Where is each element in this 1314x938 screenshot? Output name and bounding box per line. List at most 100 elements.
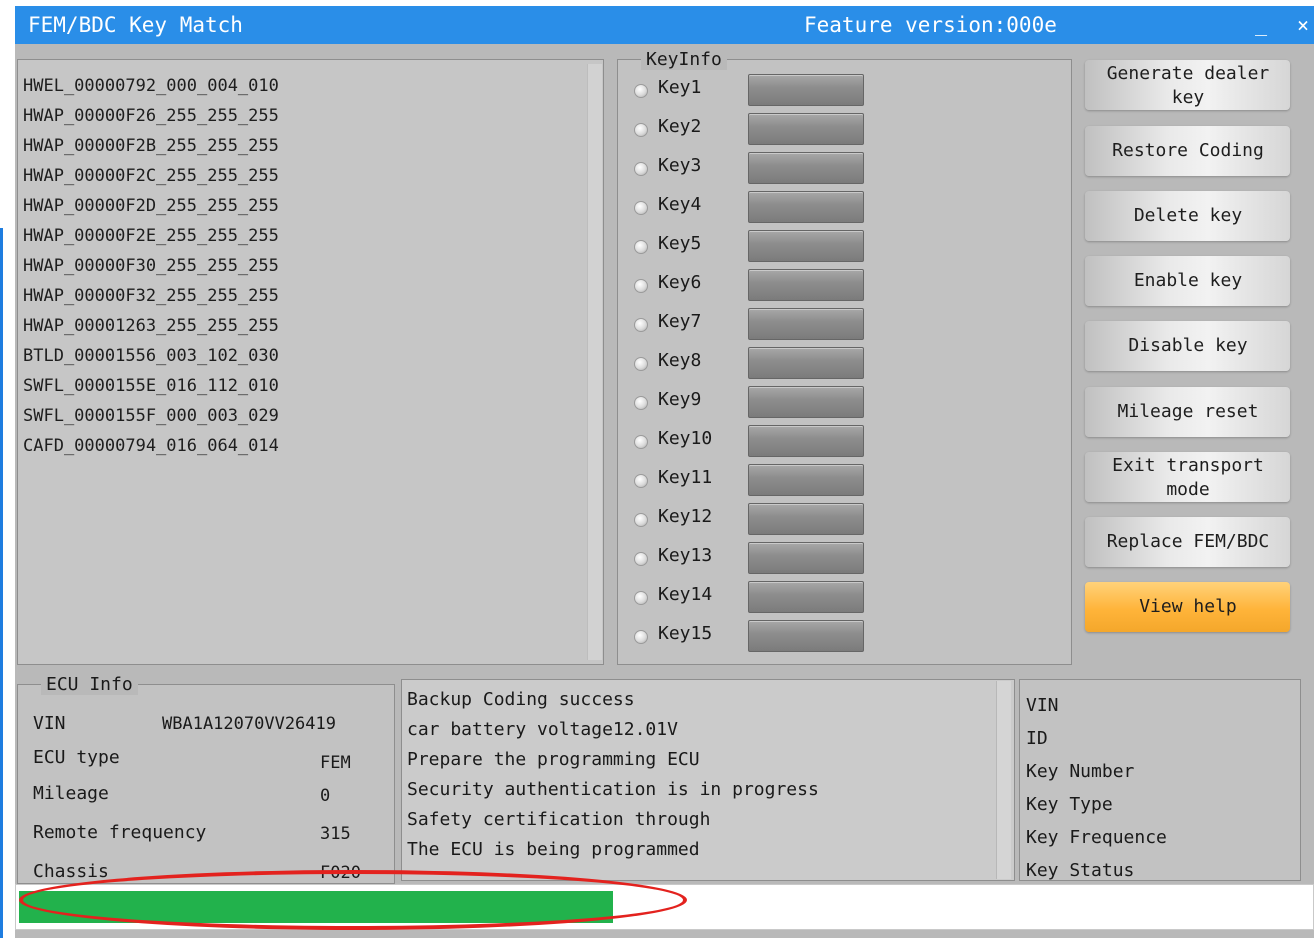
disable-key-button[interactable]: Disable key bbox=[1085, 321, 1290, 371]
key-radio[interactable] bbox=[634, 123, 648, 137]
key-slot[interactable] bbox=[748, 386, 864, 418]
key-label: Key15 bbox=[658, 623, 713, 644]
key-detail-label: Key Frequence bbox=[1026, 827, 1167, 848]
key-label: Key3 bbox=[658, 155, 702, 176]
exit-transport-mode-button[interactable]: Exit transport mode bbox=[1085, 452, 1290, 502]
key-label: Key5 bbox=[658, 233, 702, 254]
key-radio[interactable] bbox=[634, 552, 648, 566]
key-radio[interactable] bbox=[634, 84, 648, 98]
key-slot[interactable] bbox=[748, 230, 864, 262]
replace-fem-bdc-button[interactable]: Replace FEM/BDC bbox=[1085, 517, 1290, 567]
ecu-type-value: FEM bbox=[320, 753, 351, 773]
key-slot[interactable] bbox=[748, 113, 864, 145]
status-log[interactable]: Backup Coding success car battery voltag… bbox=[401, 679, 1015, 881]
key-slot[interactable] bbox=[748, 503, 864, 535]
key-slot[interactable] bbox=[748, 347, 864, 379]
list-item[interactable]: HWAP_00000F2D_255_255_255 bbox=[23, 196, 279, 216]
button-label: View help bbox=[1139, 596, 1237, 617]
feature-version: Feature version:000e bbox=[804, 13, 1057, 37]
list-item[interactable]: HWAP_00000F2E_255_255_255 bbox=[23, 226, 279, 246]
list-item[interactable]: SWFL_0000155E_016_112_010 bbox=[23, 376, 279, 396]
list-item[interactable]: SWFL_0000155F_000_003_029 bbox=[23, 406, 279, 426]
key-slot[interactable] bbox=[748, 425, 864, 457]
log-line: Prepare the programming ECU bbox=[407, 749, 700, 770]
restore-coding-button[interactable]: Restore Coding bbox=[1085, 126, 1290, 176]
ecu-type-label: ECU type bbox=[33, 747, 120, 768]
key-slot[interactable] bbox=[748, 191, 864, 223]
key-label: Key2 bbox=[658, 116, 702, 137]
key-label: Key13 bbox=[658, 545, 713, 566]
key-label: Key1 bbox=[658, 77, 702, 98]
key-label: Key8 bbox=[658, 350, 702, 371]
key-slot[interactable] bbox=[748, 269, 864, 301]
keyinfo-panel: KeyInfo Key1 Key2 Key3 Key4 Key5 Key6 Ke… bbox=[617, 49, 1072, 665]
log-line: Security authentication is in progress bbox=[407, 779, 819, 800]
key-slot[interactable] bbox=[748, 308, 864, 340]
module-list[interactable]: HWEL_00000792_000_004_010 HWAP_00000F26_… bbox=[17, 59, 604, 665]
left-edge-accent bbox=[0, 228, 3, 938]
delete-key-button[interactable]: Delete key bbox=[1085, 191, 1290, 241]
chassis-label: Chassis bbox=[33, 861, 109, 882]
key-radio[interactable] bbox=[634, 591, 648, 605]
list-item[interactable]: HWAP_00000F2C_255_255_255 bbox=[23, 166, 279, 186]
key-label: Key6 bbox=[658, 272, 702, 293]
key-detail-label: Key Number bbox=[1026, 761, 1135, 782]
log-line: Safety certification through bbox=[407, 809, 711, 830]
list-item[interactable]: HWAP_00001263_255_255_255 bbox=[23, 316, 279, 336]
mileage-reset-button[interactable]: Mileage reset bbox=[1085, 387, 1290, 437]
key-detail-label: ID bbox=[1026, 728, 1048, 749]
ecu-info-panel: ECU Info VIN WBA1A12070VV26419 ECU type … bbox=[17, 674, 395, 884]
key-label: Key9 bbox=[658, 389, 702, 410]
list-item[interactable]: HWEL_00000792_000_004_010 bbox=[23, 76, 279, 96]
log-line: car battery voltage12.01V bbox=[407, 719, 678, 740]
key-radio[interactable] bbox=[634, 240, 648, 254]
key-detail-label: Key Status bbox=[1026, 860, 1135, 881]
key-radio[interactable] bbox=[634, 279, 648, 293]
key-radio[interactable] bbox=[634, 396, 648, 410]
status-log-scrollbar[interactable] bbox=[996, 681, 1011, 879]
list-item[interactable]: HWAP_00000F26_255_255_255 bbox=[23, 106, 279, 126]
key-radio[interactable] bbox=[634, 357, 648, 371]
module-list-scrollbar[interactable] bbox=[587, 64, 602, 660]
key-radio[interactable] bbox=[634, 630, 648, 644]
key-radio[interactable] bbox=[634, 162, 648, 176]
list-item[interactable]: CAFD_00000794_016_064_014 bbox=[23, 436, 279, 456]
button-label: Restore Coding bbox=[1112, 140, 1264, 161]
list-item[interactable]: HWAP_00000F30_255_255_255 bbox=[23, 256, 279, 276]
key-detail-label: VIN bbox=[1026, 695, 1059, 716]
key-label: Key12 bbox=[658, 506, 713, 527]
button-label: Exit transport mode bbox=[1112, 455, 1264, 500]
key-radio[interactable] bbox=[634, 474, 648, 488]
key-slot[interactable] bbox=[748, 620, 864, 652]
log-line: The ECU is being programmed bbox=[407, 839, 700, 860]
keyinfo-legend: KeyInfo bbox=[641, 49, 727, 70]
key-radio[interactable] bbox=[634, 513, 648, 527]
key-radio[interactable] bbox=[634, 201, 648, 215]
key-slot[interactable] bbox=[748, 152, 864, 184]
key-slot[interactable] bbox=[748, 542, 864, 574]
list-item[interactable]: BTLD_00001556_003_102_030 bbox=[23, 346, 279, 366]
key-label: Key10 bbox=[658, 428, 713, 449]
key-slot[interactable] bbox=[748, 581, 864, 613]
generate-dealer-key-button[interactable]: Generate dealer key bbox=[1085, 60, 1290, 110]
title-bar: FEM/BDC Key Match Feature version:000e _… bbox=[15, 6, 1314, 44]
close-button[interactable]: × bbox=[1297, 13, 1309, 37]
button-label: Enable key bbox=[1133, 270, 1243, 291]
minimize-button[interactable]: _ bbox=[1255, 12, 1267, 36]
key-slot[interactable] bbox=[748, 74, 864, 106]
view-help-button[interactable]: View help bbox=[1085, 582, 1290, 632]
key-slot[interactable] bbox=[748, 464, 864, 496]
highlight-annotation bbox=[19, 870, 687, 930]
key-radio[interactable] bbox=[634, 318, 648, 332]
key-label: Key4 bbox=[658, 194, 702, 215]
list-item[interactable]: HWAP_00000F2B_255_255_255 bbox=[23, 136, 279, 156]
enable-key-button[interactable]: Enable key bbox=[1085, 256, 1290, 306]
vin-value: WBA1A12070VV26419 bbox=[162, 714, 336, 734]
button-label: Replace FEM/BDC bbox=[1106, 531, 1270, 552]
window-title: FEM/BDC Key Match bbox=[28, 13, 243, 37]
list-item[interactable]: HWAP_00000F32_255_255_255 bbox=[23, 286, 279, 306]
ecu-info-legend: ECU Info bbox=[41, 674, 138, 695]
key-detail-panel: VIN ID Key Number Key Type Key Frequence… bbox=[1019, 679, 1301, 881]
key-label: Key14 bbox=[658, 584, 713, 605]
key-radio[interactable] bbox=[634, 435, 648, 449]
